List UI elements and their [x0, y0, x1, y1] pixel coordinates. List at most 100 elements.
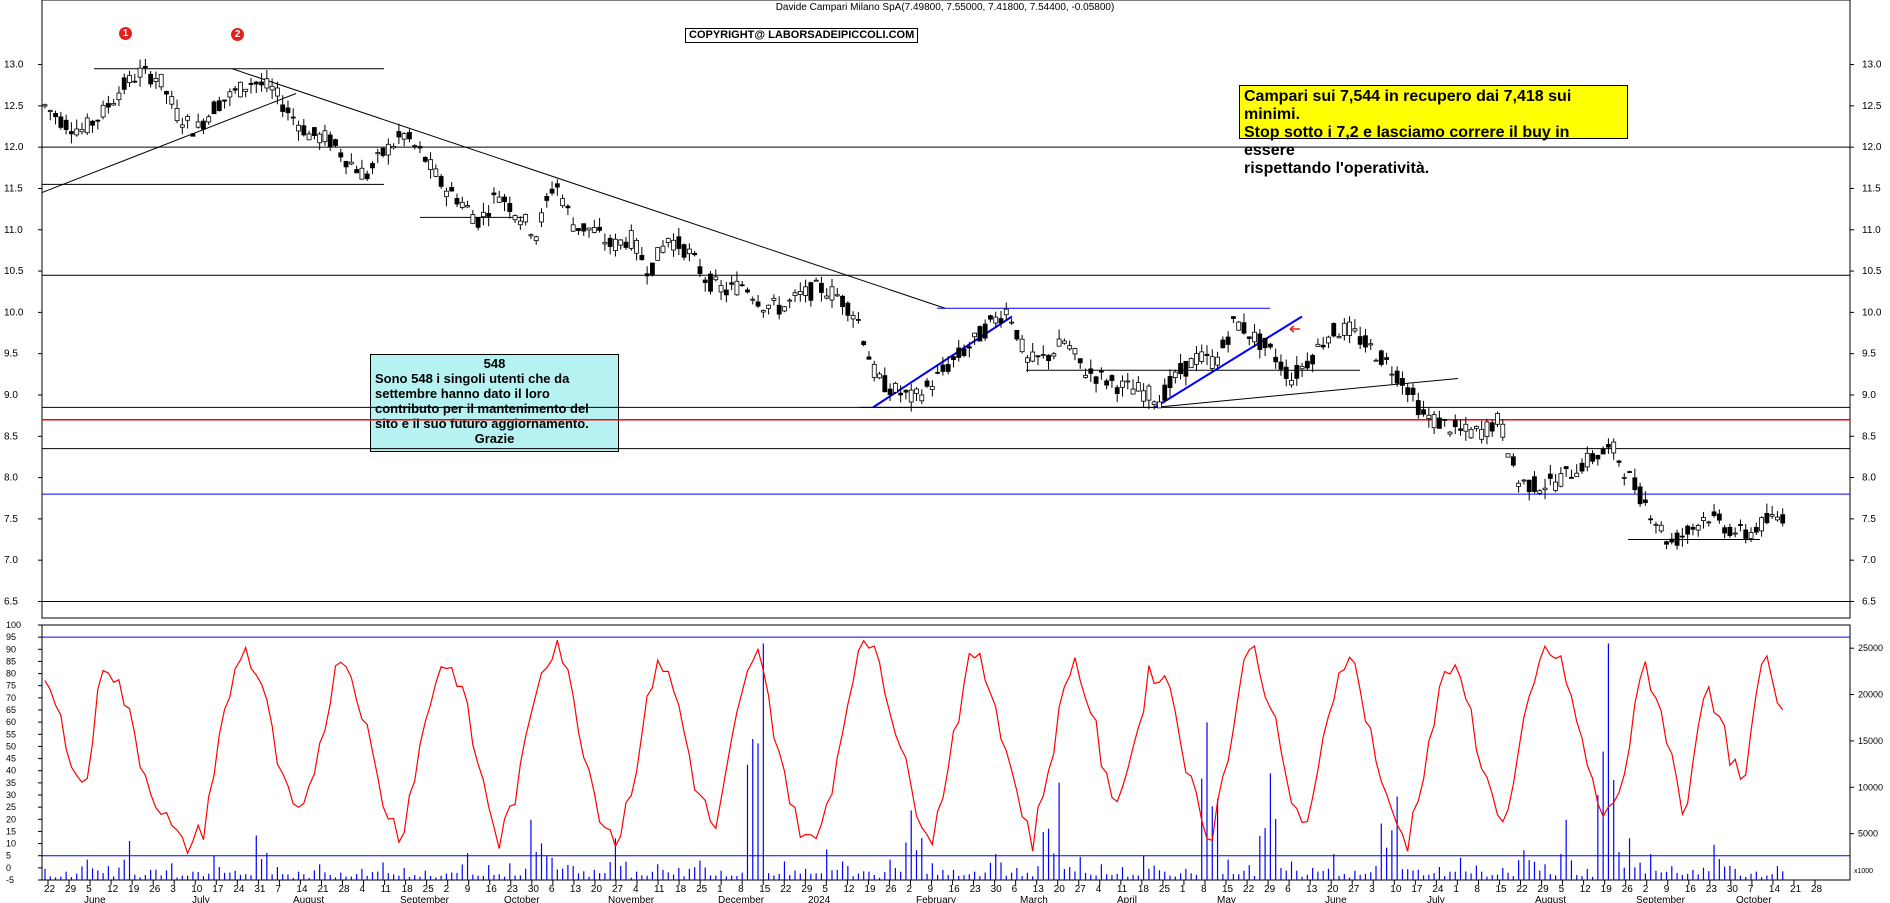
candle-body	[322, 130, 328, 143]
candle-body	[1685, 525, 1691, 535]
candle-body	[739, 284, 745, 287]
candle-body	[1579, 462, 1585, 472]
day-tick-label: 7	[1748, 884, 1754, 895]
candle-body	[1495, 413, 1500, 425]
candle-body	[708, 273, 713, 292]
candle-body	[1738, 524, 1743, 526]
candle-body	[544, 196, 550, 201]
day-tick-label: 7	[275, 884, 281, 895]
day-tick-label: 19	[128, 884, 140, 895]
candle-body	[84, 117, 90, 134]
price-tick-label-left: 8.5	[4, 431, 18, 442]
month-label: July	[192, 895, 210, 903]
oscillator-tick-label: 70	[6, 693, 16, 703]
price-tick-label-right: 7.5	[1862, 514, 1876, 525]
candle-body	[1442, 418, 1448, 421]
candle-body	[813, 279, 819, 282]
candle-body	[391, 146, 397, 149]
candle-body	[998, 318, 1004, 324]
candle-body	[1780, 514, 1786, 524]
candle-body	[1315, 343, 1321, 347]
candle-body	[1077, 358, 1083, 364]
candle-body	[533, 236, 539, 242]
candle-body	[623, 241, 629, 248]
day-tick-label: 9	[928, 884, 934, 895]
day-tick-label: 8	[738, 884, 744, 895]
candle-body	[486, 213, 492, 217]
candle-body	[1040, 353, 1046, 356]
candle-body	[1194, 353, 1199, 365]
day-tick-label: 20	[1327, 884, 1339, 895]
candle-body	[1368, 343, 1374, 346]
candle-body	[797, 291, 803, 296]
candle-body	[222, 99, 227, 102]
candle-body	[1204, 353, 1210, 356]
day-tick-label: 16	[486, 884, 498, 895]
candle-body	[285, 107, 291, 114]
candle-body	[819, 282, 824, 293]
candle-body	[459, 201, 465, 208]
candle-body	[317, 133, 323, 144]
month-label: June	[1325, 895, 1347, 903]
day-tick-label: 29	[1538, 884, 1550, 895]
oscillator-tick-label: 5	[6, 851, 11, 861]
candle-body	[692, 252, 698, 256]
candle-body	[1225, 336, 1231, 345]
candle-body	[1215, 356, 1220, 366]
candle-body	[42, 104, 48, 107]
candle-body	[1458, 428, 1463, 431]
candle-body	[1283, 366, 1289, 379]
candle-body	[924, 380, 930, 387]
day-tick-label: 21	[317, 884, 329, 895]
price-tick-label-right: 7.0	[1862, 555, 1876, 566]
price-tick-label-right: 11.5	[1862, 183, 1881, 194]
candle-body	[1109, 375, 1115, 381]
candle-body	[1632, 477, 1638, 491]
candle-body	[1701, 517, 1706, 521]
candle-body	[1083, 374, 1088, 378]
candle-body	[1706, 521, 1712, 524]
month-label: December	[718, 895, 765, 903]
month-label: October	[504, 895, 540, 903]
price-tick-label-left: 11.5	[4, 183, 23, 194]
price-tick-label-left: 7.5	[4, 514, 18, 525]
candle-body	[951, 356, 956, 361]
candle-body	[1378, 350, 1384, 365]
candle-body	[190, 133, 196, 137]
candle-body	[1130, 388, 1136, 395]
price-tick-label-right: 10.0	[1862, 307, 1882, 318]
candle-body	[327, 134, 333, 148]
candle-body	[1135, 382, 1141, 392]
month-label: August	[1535, 895, 1566, 903]
candle-body	[53, 113, 58, 118]
day-tick-label: 9	[1664, 884, 1670, 895]
month-label: July	[1427, 895, 1445, 903]
day-tick-label: 17	[212, 884, 224, 895]
candle-body	[1521, 479, 1527, 482]
candle-body	[333, 139, 338, 146]
candle-body	[1526, 479, 1532, 493]
candle-body	[74, 128, 80, 136]
candle-body	[665, 238, 671, 244]
day-tick-label: 27	[1075, 884, 1087, 895]
candle-body	[808, 282, 814, 301]
candle-body	[702, 279, 708, 283]
candle-body	[1304, 360, 1310, 369]
candle-body	[877, 373, 882, 379]
month-label: August	[293, 895, 324, 903]
candle-body	[111, 102, 117, 106]
price-tick-label-left: 10.0	[4, 307, 24, 318]
candle-body	[1389, 373, 1395, 376]
day-tick-label: 6	[1285, 884, 1291, 895]
candle-body	[348, 161, 354, 165]
day-tick-label: 24	[233, 884, 245, 895]
candle-body	[1326, 336, 1331, 344]
month-label: September	[1636, 895, 1686, 903]
day-tick-label: 20	[1054, 884, 1066, 895]
day-tick-label: 10	[1390, 884, 1402, 895]
candle-body	[903, 389, 909, 393]
candle-body	[1437, 417, 1442, 429]
day-tick-label: 22	[44, 884, 56, 895]
candle-body	[1537, 490, 1543, 494]
candle-body	[375, 152, 381, 155]
